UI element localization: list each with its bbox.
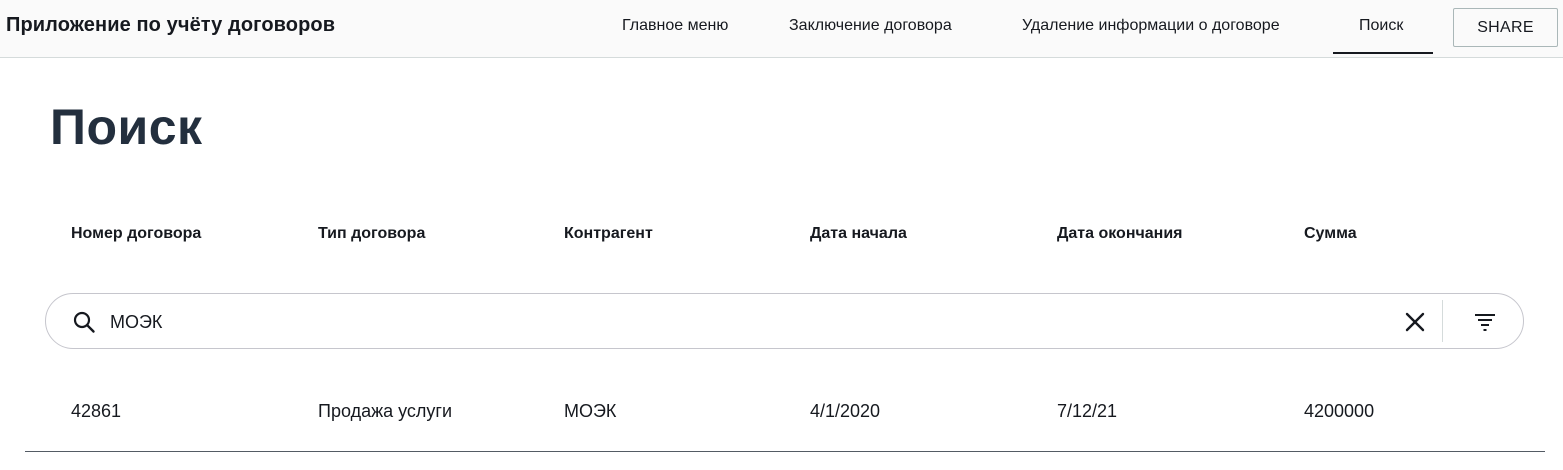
top-navigation-bar: Приложение по учёту договоров Главное ме…: [0, 0, 1563, 58]
search-bar: [45, 293, 1524, 349]
cell-contract-type: Продажа услуги: [318, 401, 453, 421]
search-divider: [1442, 300, 1443, 342]
cell-start-date: 4/1/2020: [810, 401, 881, 421]
cell-amount: 4200000: [1304, 401, 1375, 421]
close-icon[interactable]: [1403, 310, 1427, 334]
column-header-contract-number: Номер договора: [71, 225, 202, 242]
search-input[interactable]: [110, 308, 1390, 336]
filter-icon[interactable]: [1473, 310, 1497, 334]
nav-item-main-menu[interactable]: Главное меню: [622, 17, 728, 35]
share-button[interactable]: SHARE: [1453, 8, 1558, 47]
column-header-start-date: Дата начала: [810, 225, 907, 242]
column-header-counterparty: Контрагент: [564, 225, 653, 242]
active-nav-indicator: [1333, 52, 1433, 54]
cell-counterparty: МОЭК: [564, 401, 617, 421]
cell-contract-number: 42861: [71, 401, 122, 421]
nav-item-conclude-contract[interactable]: Заключение договора: [789, 17, 952, 35]
app-title: Приложение по учёту договоров: [6, 14, 336, 36]
row-divider: [25, 451, 1545, 452]
column-header-end-date: Дата окончания: [1057, 225, 1183, 242]
column-header-contract-type: Тип договора: [318, 225, 426, 242]
search-icon: [73, 311, 95, 333]
column-header-amount: Сумма: [1304, 225, 1357, 242]
nav-item-delete-contract-info[interactable]: Удаление информации о договоре: [1022, 17, 1280, 35]
cell-end-date: 7/12/21: [1057, 401, 1118, 421]
nav-item-search[interactable]: Поиск: [1359, 17, 1403, 35]
page-title: Поиск: [50, 99, 203, 155]
